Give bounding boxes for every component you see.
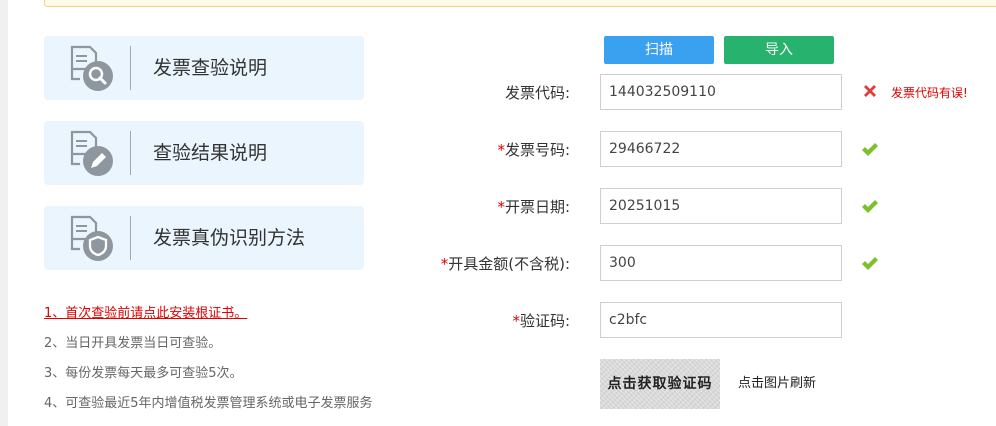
invoice-code-label: 发票代码: bbox=[504, 84, 570, 102]
check-icon bbox=[862, 143, 878, 156]
shield-document-icon bbox=[70, 215, 113, 261]
scan-button[interactable]: 扫描 bbox=[604, 36, 714, 64]
issue-date-label: *开票日期: bbox=[497, 198, 570, 216]
search-document-icon bbox=[70, 45, 113, 91]
tip-item: 3、每份发票每天最多可查验5次。 bbox=[44, 366, 243, 381]
check-icon bbox=[862, 200, 878, 213]
captcha-label: *验证码: bbox=[512, 312, 570, 330]
captcha-input[interactable] bbox=[600, 302, 842, 338]
amount-input[interactable] bbox=[600, 245, 842, 281]
import-button[interactable]: 导入 bbox=[724, 36, 834, 64]
invoice-number-input[interactable] bbox=[600, 131, 842, 167]
card-divider bbox=[130, 46, 131, 90]
error-icon bbox=[864, 85, 876, 97]
captcha-image[interactable]: 点击获取验证码 bbox=[600, 359, 720, 409]
edit-document-icon bbox=[70, 130, 113, 176]
invoice-code-error-message: 发票代码有误! bbox=[891, 86, 968, 100]
info-card-label: 发票查验说明 bbox=[153, 57, 268, 79]
tip-item: 4、可查验最近5年内增值税发票管理系统或电子发票服务 bbox=[44, 396, 373, 411]
refresh-captcha-hint[interactable]: 点击图片刷新 bbox=[738, 372, 816, 391]
card-divider bbox=[130, 216, 131, 260]
card-divider bbox=[130, 131, 131, 175]
info-card-authenticity-guide[interactable]: 发票真伪识别方法 bbox=[44, 206, 364, 270]
info-card-label: 发票真伪识别方法 bbox=[153, 227, 306, 249]
invoice-code-input[interactable] bbox=[600, 74, 842, 110]
install-root-cert-link[interactable]: 1、首次查验前请点此安装根证书。 bbox=[44, 302, 247, 321]
info-card-invoice-guide[interactable]: 发票查验说明 bbox=[44, 36, 364, 100]
check-icon bbox=[862, 257, 878, 270]
info-card-label: 查验结果说明 bbox=[153, 142, 268, 164]
info-card-result-guide[interactable]: 查验结果说明 bbox=[44, 121, 364, 185]
top-notice-banner bbox=[44, 0, 996, 7]
left-edge-strip bbox=[0, 0, 8, 426]
amount-label: *开具金额(不含税): bbox=[440, 255, 570, 273]
tip-item: 2、当日开具发票当日可查验。 bbox=[44, 336, 222, 351]
invoice-number-label: *发票号码: bbox=[497, 141, 570, 159]
captcha-image-text: 点击获取验证码 bbox=[607, 376, 713, 392]
issue-date-input[interactable] bbox=[600, 188, 842, 224]
